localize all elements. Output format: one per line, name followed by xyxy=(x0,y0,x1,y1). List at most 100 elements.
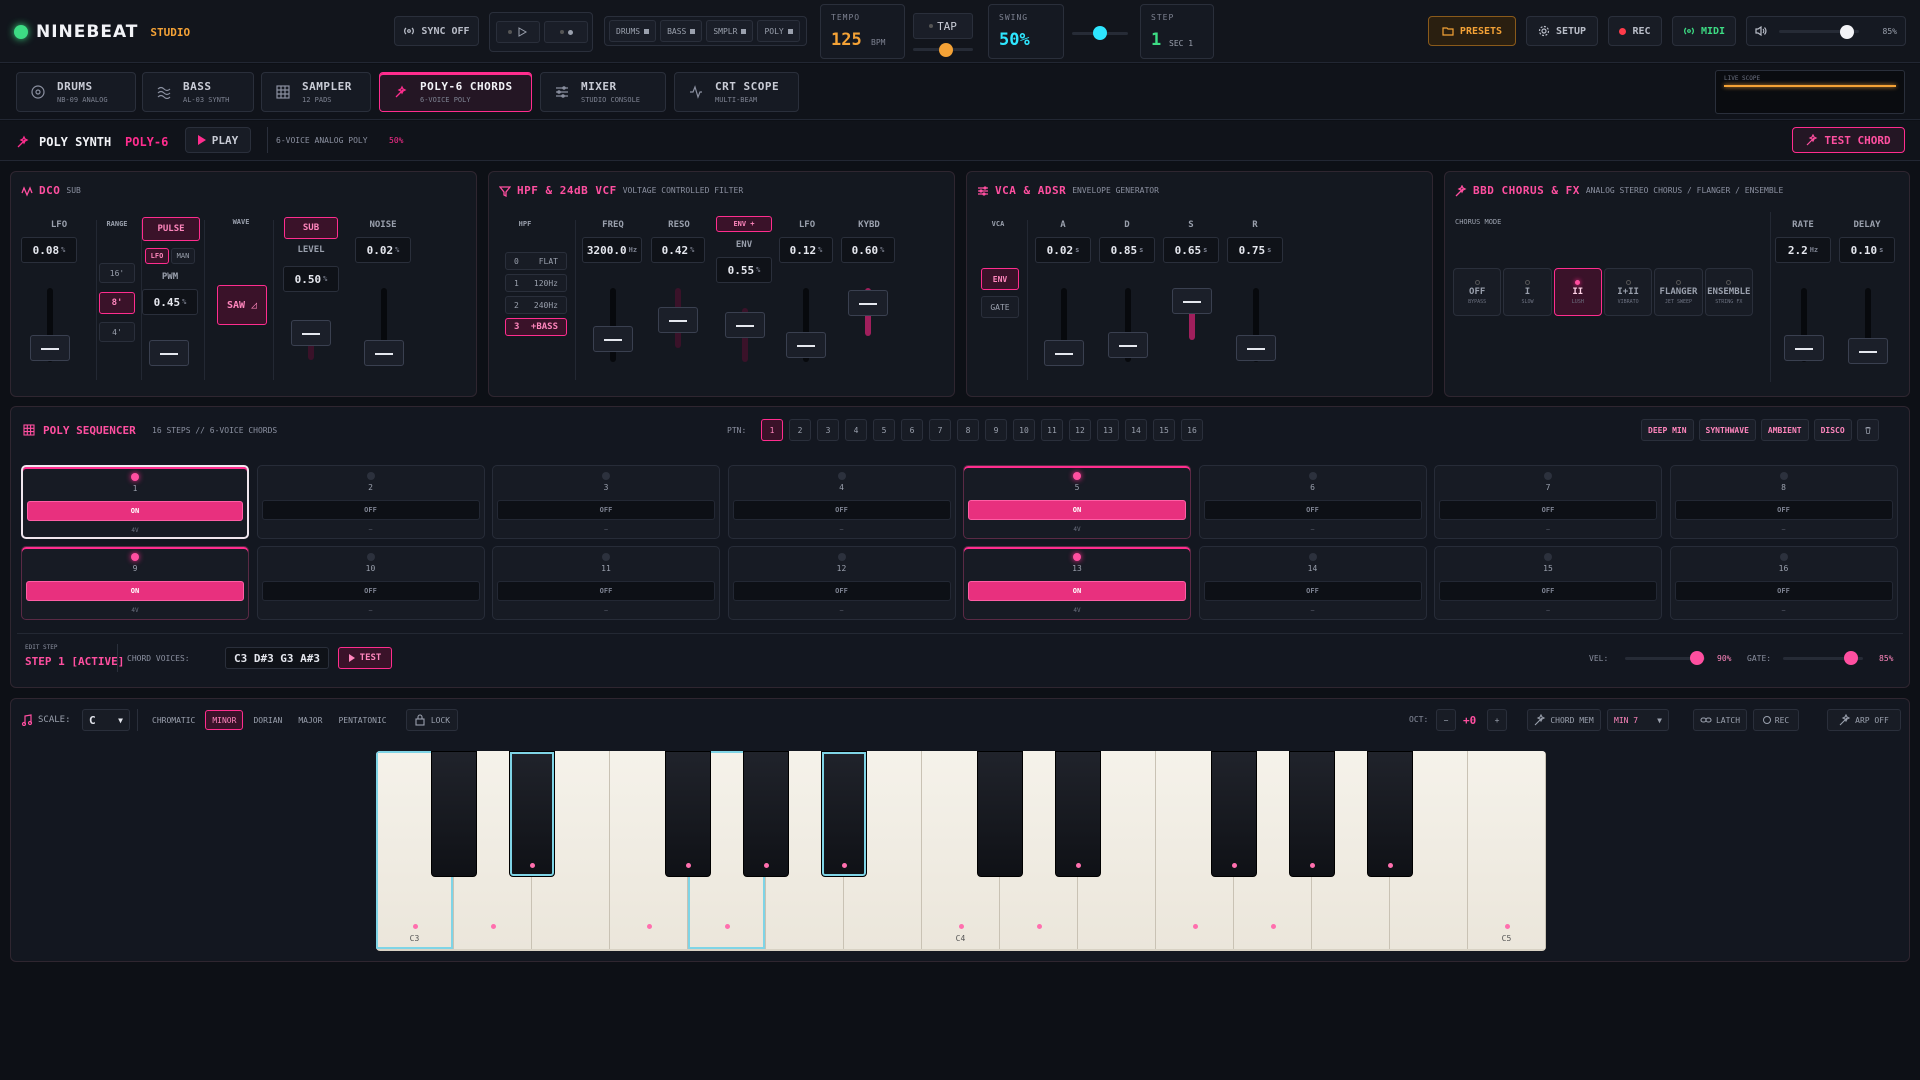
seq-step-5[interactable]: 5 ON 4V xyxy=(963,465,1191,539)
hpf-3-button[interactable]: 3 +BASS xyxy=(505,318,567,336)
piano-black-key[interactable] xyxy=(821,751,867,877)
hpf-2-button[interactable]: 2 240Hz xyxy=(505,296,567,314)
delay-fader-cap[interactable] xyxy=(1848,338,1888,364)
dco-lfo-fader-cap[interactable] xyxy=(30,335,70,361)
chorus-mode-flanger[interactable]: FLANGER JET SWEEP xyxy=(1654,268,1703,316)
module-poly[interactable]: POLY xyxy=(757,20,800,42)
chorus-mode-i[interactable]: I SLOW xyxy=(1503,268,1552,316)
seq-step-16[interactable]: 16 OFF — xyxy=(1669,546,1898,620)
scale-pentatonic[interactable]: PENTATONIC xyxy=(332,710,392,730)
synth-play-button[interactable]: PLAY xyxy=(185,127,251,153)
step-toggle[interactable]: ON xyxy=(968,500,1186,520)
tab-mixer[interactable]: MIXER STUDIO CONSOLE xyxy=(540,72,666,112)
seq-step-11[interactable]: 11 OFF — xyxy=(492,546,720,620)
chord-mem-button[interactable]: CHORD MEM xyxy=(1527,709,1601,731)
pattern-4-button[interactable]: 4 xyxy=(845,419,867,441)
tempo-display[interactable]: TEMPO 125 BPM xyxy=(820,4,905,59)
piano-white-key[interactable]: C5 xyxy=(1468,751,1546,949)
pwm-man-button[interactable]: MAN xyxy=(171,248,195,264)
swing-display[interactable]: SWING 50% xyxy=(988,4,1064,59)
pattern-15-button[interactable]: 15 xyxy=(1153,419,1175,441)
hpf-0-button[interactable]: 0 FLAT xyxy=(505,252,567,270)
arp-button[interactable]: ARP OFF xyxy=(1827,709,1901,731)
preset-synthwave[interactable]: SYNTHWAVE xyxy=(1698,419,1756,441)
piano-black-key[interactable] xyxy=(1289,751,1335,877)
rec-button[interactable]: REC xyxy=(1608,16,1662,46)
preset-disco[interactable]: DISCO xyxy=(1813,419,1852,441)
tab-sampler[interactable]: SAMPLER 12 PADS xyxy=(261,72,371,112)
scale-dorian[interactable]: DORIAN xyxy=(247,710,288,730)
chorus-mode-ii[interactable]: II LUSH xyxy=(1553,268,1602,316)
play-button[interactable] xyxy=(496,21,540,43)
pwm-lfo-button[interactable]: LFO xyxy=(145,248,169,264)
tap-button[interactable]: TAP xyxy=(913,13,973,39)
seq-step-4[interactable]: 4 OFF — xyxy=(727,465,956,539)
step-toggle[interactable]: OFF xyxy=(497,581,715,601)
pattern-8-button[interactable]: 8 xyxy=(957,419,979,441)
step-toggle[interactable]: OFF xyxy=(497,500,715,520)
record-button[interactable] xyxy=(544,21,588,43)
volume-slider-knob[interactable] xyxy=(1840,25,1854,39)
step-toggle[interactable]: OFF xyxy=(1203,581,1422,601)
module-smplr[interactable]: SMPLR xyxy=(706,20,754,42)
pattern-7-button[interactable]: 7 xyxy=(929,419,951,441)
pattern-14-button[interactable]: 14 xyxy=(1125,419,1147,441)
step-toggle[interactable]: OFF xyxy=(1203,500,1422,520)
seq-step-8[interactable]: 8 OFF — xyxy=(1669,465,1898,539)
oct-down-button[interactable]: − xyxy=(1436,709,1456,731)
vcf-lfo-fader-cap[interactable] xyxy=(786,332,826,358)
release-value[interactable]: 0.75 s xyxy=(1227,237,1283,263)
scale-chromatic[interactable]: CHROMATIC xyxy=(146,710,201,730)
clear-pattern-button[interactable] xyxy=(1856,419,1879,441)
latch-button[interactable]: LATCH xyxy=(1693,709,1747,731)
pattern-1-button[interactable]: 1 xyxy=(761,419,783,441)
freq-fader-cap[interactable] xyxy=(593,326,633,352)
sustain-value[interactable]: 0.65 s xyxy=(1163,237,1219,263)
pwm-value[interactable]: 0.45% xyxy=(142,289,198,315)
pattern-2-button[interactable]: 2 xyxy=(789,419,811,441)
seq-step-10[interactable]: 10 OFF — xyxy=(256,546,485,620)
swing-slider-knob[interactable] xyxy=(1093,26,1107,40)
range-4-button[interactable]: 4' xyxy=(99,322,135,342)
vca-env-button[interactable]: ENV xyxy=(981,268,1019,290)
piano-black-key[interactable] xyxy=(1211,751,1257,877)
scale-major[interactable]: MAJOR xyxy=(292,710,328,730)
step-toggle[interactable]: ON xyxy=(26,581,244,601)
chorus-mode-off[interactable]: OFF BYPASS xyxy=(1453,268,1502,316)
chord-test-button[interactable]: TEST xyxy=(338,647,392,669)
chorus-mode-i-ii[interactable]: I+II VIBRATO xyxy=(1603,268,1653,316)
preset-ambient[interactable]: AMBIENT xyxy=(1760,419,1809,441)
decay-value[interactable]: 0.85 s xyxy=(1099,237,1155,263)
seq-step-14[interactable]: 14 OFF — xyxy=(1198,546,1427,620)
step-toggle[interactable]: ON xyxy=(27,501,243,521)
chorus-mode-ensemble[interactable]: ENSEMBLE STRING FX xyxy=(1704,268,1753,316)
piano-black-key[interactable] xyxy=(665,751,711,877)
scale-lock-button[interactable]: LOCK xyxy=(406,709,458,731)
decay-fader-cap[interactable] xyxy=(1108,332,1148,358)
pattern-11-button[interactable]: 11 xyxy=(1041,419,1063,441)
step-toggle[interactable]: OFF xyxy=(261,581,480,601)
range-8-button[interactable]: 8' xyxy=(99,292,135,314)
reso-value[interactable]: 0.42% xyxy=(651,237,705,263)
pattern-3-button[interactable]: 3 xyxy=(817,419,839,441)
kybd-fader-cap[interactable] xyxy=(848,290,888,316)
vca-gate-button[interactable]: GATE xyxy=(981,296,1019,318)
piano-black-key[interactable] xyxy=(1367,751,1413,877)
root-note-select[interactable]: C ▼ xyxy=(82,709,130,731)
seq-step-7[interactable]: 7 OFF — xyxy=(1434,465,1662,539)
step-toggle[interactable]: OFF xyxy=(732,581,951,601)
seq-step-6[interactable]: 6 OFF — xyxy=(1198,465,1427,539)
seq-step-12[interactable]: 12 OFF — xyxy=(727,546,956,620)
pwm-fader-cap[interactable] xyxy=(149,340,189,366)
seq-step-1[interactable]: 1 ON 4V xyxy=(21,465,249,539)
piano-black-key[interactable] xyxy=(1055,751,1101,877)
sub-button[interactable]: SUB xyxy=(284,217,338,239)
vel-slider-knob[interactable] xyxy=(1690,651,1704,665)
step-toggle[interactable]: ON xyxy=(968,581,1186,601)
pulse-button[interactable]: PULSE xyxy=(142,217,200,241)
noise-fader-cap[interactable] xyxy=(364,340,404,366)
gate-slider-knob[interactable] xyxy=(1844,651,1858,665)
module-drums[interactable]: DRUMS xyxy=(609,20,657,42)
sub-level-value[interactable]: 0.50% xyxy=(283,266,339,292)
step-toggle[interactable]: OFF xyxy=(1674,581,1893,601)
